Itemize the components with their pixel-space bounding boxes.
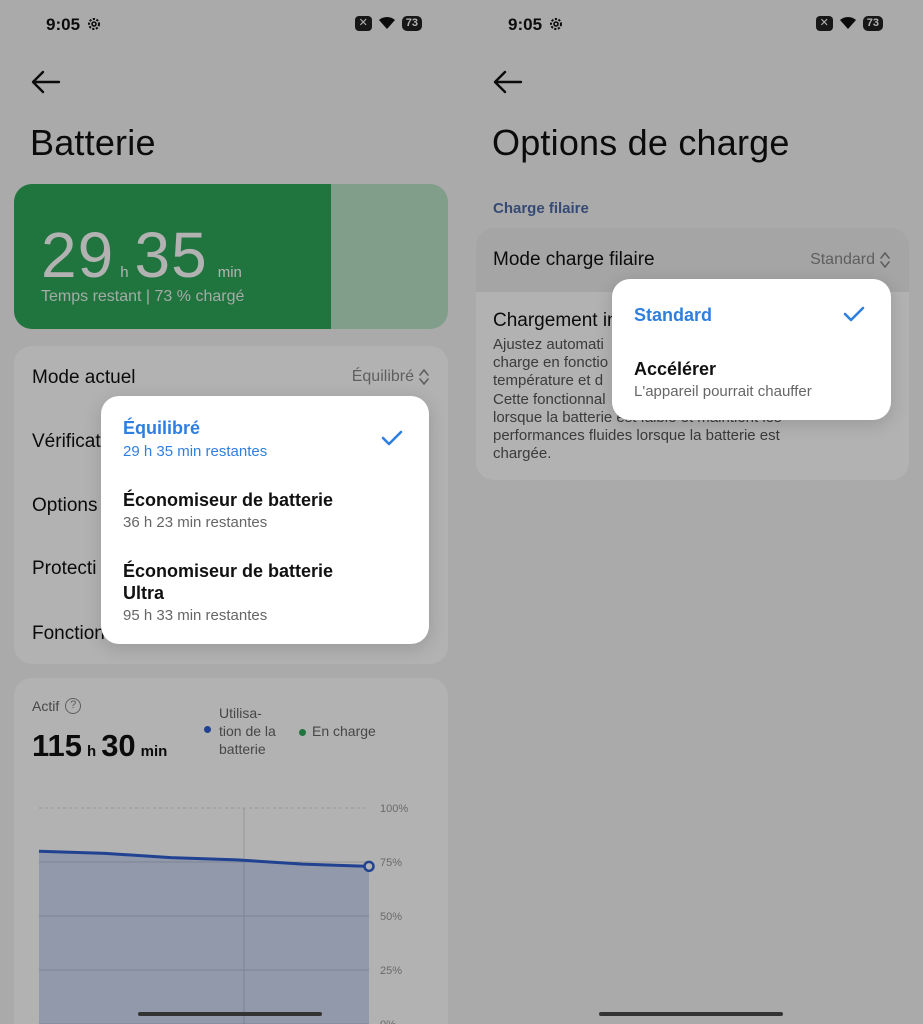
option-ultra-title-line1[interactable]: Économiseur de batterie: [123, 561, 333, 582]
mode-charge-value[interactable]: Standard: [810, 250, 891, 270]
check-icon: [381, 430, 403, 446]
wifi-icon: [378, 16, 395, 29]
status-bar: 9:05 ✕ 73: [462, 12, 923, 38]
check-icon: [843, 306, 865, 322]
verification-row[interactable]: Vérificat: [32, 431, 101, 453]
charge-options-screen: 9:05 ✕ 73 Options de charge Charge filai…: [462, 0, 923, 1024]
option-economiseur-title[interactable]: Économiseur de batterie: [123, 490, 333, 511]
options-row[interactable]: Options: [32, 495, 97, 517]
help-icon[interactable]: ?: [65, 698, 82, 714]
remaining-subtitle: Temps restant | 73 % chargé: [41, 288, 245, 305]
active-usage-card: Actif ? 115 h 30 min Utilisa- tion de la…: [14, 678, 448, 1024]
sim-off-icon: ✕: [815, 15, 833, 31]
active-time: 115 h 30 min: [32, 728, 168, 763]
charge-mode-dropdown-popup: Standard Accélérer L'appareil pourrait c…: [612, 279, 891, 420]
chart-usage-area: [39, 851, 369, 1024]
option-ultra-title-line2[interactable]: Ultra: [123, 583, 164, 604]
battery-level: 73: [862, 15, 883, 31]
status-bar: 9:05 ✕ 73: [0, 12, 462, 38]
battery-hero-card: 29 h 35 min Temps restant | 73 % chargé: [14, 184, 448, 329]
status-time: 9:05: [46, 15, 81, 34]
back-arrow-icon[interactable]: [492, 68, 524, 96]
mode-dropdown-popup: Équilibré 29 h 35 min restantes Économis…: [101, 396, 429, 644]
home-indicator[interactable]: [599, 1012, 783, 1016]
chart-y-tick-label: 25%: [380, 965, 402, 977]
page-title: Options de charge: [492, 122, 790, 163]
up-down-chevron-icon: [880, 251, 890, 269]
status-icons: ✕ 73: [354, 15, 422, 31]
option-accelerer-subtitle: L'appareil pourrait chauffer: [634, 383, 812, 400]
chart-y-tick-label: 75%: [380, 857, 402, 869]
option-standard-title[interactable]: Standard: [634, 305, 712, 326]
active-label: Actif ?: [32, 698, 82, 714]
mode-actuel-row[interactable]: Mode actuel: [32, 367, 136, 389]
status-time: 9:05: [508, 15, 543, 34]
chart-y-tick-label: 50%: [380, 911, 402, 923]
option-equilibre-title[interactable]: Équilibré: [123, 418, 200, 439]
remaining-time: 29 h 35 min: [41, 219, 242, 291]
chart-y-tick-label: 100%: [380, 803, 408, 815]
legend-usage-dot: [204, 726, 211, 733]
page-title: Batterie: [30, 122, 156, 163]
status-icons: ✕ 73: [815, 15, 883, 31]
home-indicator[interactable]: [138, 1012, 322, 1016]
option-ultra-subtitle: 95 h 33 min restantes: [123, 607, 268, 624]
battery-level: 73: [401, 15, 422, 31]
wifi-icon: [839, 16, 856, 29]
chart-current-point: [363, 860, 375, 873]
sim-off-icon: ✕: [354, 15, 372, 31]
option-equilibre-subtitle: 29 h 35 min restantes: [123, 443, 268, 460]
battery-screen: 9:05 ✕ 73 Batterie 29 h 35 min Temps res…: [0, 0, 462, 1024]
chart-y-tick-label: 0%: [380, 1019, 396, 1024]
option-economiseur-subtitle: 36 h 23 min restantes: [123, 514, 268, 531]
chargement-intelligent-row[interactable]: Chargement in: [493, 310, 618, 332]
legend-usage: Utilisa- tion de la batterie: [204, 704, 276, 758]
mode-charge-filaire-row[interactable]: Mode charge filaire: [493, 249, 655, 271]
gear-icon: [88, 18, 100, 30]
legend-charge: En charge: [299, 722, 376, 740]
gear-icon: [550, 18, 562, 30]
protection-row[interactable]: Protecti: [32, 558, 96, 580]
fonction-row[interactable]: Fonction: [32, 623, 105, 645]
section-charge-filaire: Charge filaire: [493, 200, 589, 217]
battery-usage-chart: 100% 75% 50% 25% 0%: [38, 803, 408, 1024]
up-down-chevron-icon: [419, 368, 429, 386]
back-arrow-icon[interactable]: [30, 68, 62, 96]
mode-actuel-value[interactable]: Équilibré: [352, 367, 430, 387]
legend-charge-dot: [299, 728, 306, 736]
option-accelerer-title[interactable]: Accélérer: [634, 359, 716, 380]
